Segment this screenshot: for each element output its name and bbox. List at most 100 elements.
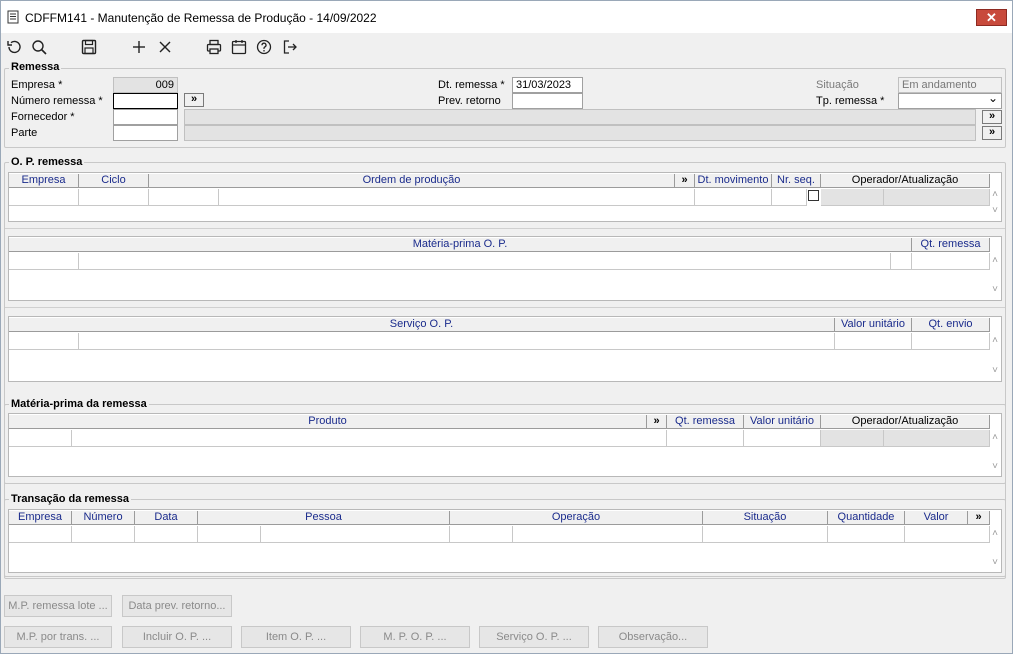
numero-remessa-lookup-button[interactable]: »	[184, 93, 204, 107]
col-qt-remessa[interactable]: Qt. remessa	[667, 415, 744, 429]
col-operador-atualizacao[interactable]: Operador/Atualização	[821, 415, 990, 429]
transacao-grid: Empresa Número Data Pessoa Operação Situ…	[8, 509, 1002, 573]
servico-op-button[interactable]: Serviço O. P. ...	[479, 626, 589, 648]
fornecedor-lookup-button[interactable]: »	[982, 110, 1002, 124]
tp-remessa-select[interactable]: ⌄	[898, 93, 1002, 109]
table-row-cell[interactable]	[450, 526, 513, 543]
help-icon[interactable]	[254, 37, 274, 57]
table-row-cell[interactable]	[9, 430, 72, 447]
mp-remessa-lote-button[interactable]: M.P. remessa lote ...	[4, 595, 112, 617]
scroll-down-icon[interactable]: ˅	[988, 205, 1002, 216]
col-data[interactable]: Data	[135, 511, 198, 525]
dt-remessa-field[interactable]: 31/03/2023	[512, 77, 583, 93]
col-numero[interactable]: Número	[72, 511, 135, 525]
col-ciclo[interactable]: Ciclo	[79, 174, 149, 188]
scroll-down-icon[interactable]: ˅	[988, 557, 1002, 568]
col-valor-unitario[interactable]: Valor unitário	[744, 415, 821, 429]
table-row-cell[interactable]	[9, 333, 79, 350]
col-empresa[interactable]: Empresa	[9, 511, 72, 525]
dt-remessa-label: Dt. remessa *	[438, 79, 505, 91]
scroll-down-icon[interactable]: ˅	[988, 365, 1002, 376]
col-situacao[interactable]: Situação	[703, 511, 828, 525]
table-row-cell[interactable]	[149, 189, 219, 206]
table-row-cell[interactable]	[835, 333, 912, 350]
col-produto-lookup-button[interactable]: »	[647, 415, 667, 429]
table-row-cell[interactable]	[9, 189, 79, 206]
fornecedor-code-field[interactable]	[113, 109, 178, 125]
table-row-cell[interactable]	[703, 526, 828, 543]
col-transacao-lookup-button[interactable]: »	[968, 511, 990, 525]
divider	[5, 307, 1005, 308]
parte-name-field	[184, 125, 976, 141]
item-op-button[interactable]: Item O. P. ...	[241, 626, 351, 648]
table-row-cell[interactable]	[9, 526, 72, 543]
col-materia-prima-op[interactable]: Matéria-prima O. P.	[9, 238, 912, 252]
data-prev-retorno-button[interactable]: Data prev. retorno...	[122, 595, 232, 617]
col-qt-remessa[interactable]: Qt. remessa	[912, 238, 990, 252]
table-row-cell[interactable]	[9, 253, 79, 270]
calendar-icon[interactable]	[229, 37, 249, 57]
search-icon[interactable]	[29, 37, 49, 57]
observacao-button[interactable]: Observação...	[598, 626, 708, 648]
col-valor-unitario[interactable]: Valor unitário	[835, 318, 912, 332]
undo-icon[interactable]	[4, 37, 24, 57]
incluir-op-button[interactable]: Incluir O. P. ...	[122, 626, 232, 648]
col-servico-op[interactable]: Serviço O. P.	[9, 318, 835, 332]
col-qt-envio[interactable]: Qt. envio	[912, 318, 990, 332]
col-ordem-producao[interactable]: Ordem de produção	[149, 174, 675, 188]
col-empresa[interactable]: Empresa	[9, 174, 79, 188]
table-row-cell[interactable]	[744, 430, 821, 447]
col-quantidade[interactable]: Quantidade	[828, 511, 905, 525]
table-row-cell[interactable]	[891, 253, 912, 270]
prev-retorno-field[interactable]	[512, 93, 583, 109]
parte-lookup-button[interactable]: »	[982, 126, 1002, 140]
table-row-cell[interactable]	[79, 253, 891, 270]
col-operador-atualizacao[interactable]: Operador/Atualização	[821, 174, 990, 188]
scroll-up-icon[interactable]: ˄	[988, 528, 1002, 539]
scroll-up-icon[interactable]: ˄	[988, 335, 1002, 346]
numero-remessa-field[interactable]	[113, 93, 178, 109]
table-row-cell[interactable]	[72, 430, 667, 447]
scroll-down-icon[interactable]: ˅	[988, 284, 1002, 295]
table-row-cell[interactable]	[667, 430, 744, 447]
table-row-cell[interactable]	[772, 189, 807, 206]
col-operacao[interactable]: Operação	[450, 511, 703, 525]
table-row-cell[interactable]	[912, 333, 990, 350]
transacao-title: Transação da remessa	[9, 493, 132, 505]
mp-por-trans-button[interactable]: M.P. por trans. ...	[4, 626, 112, 648]
parte-code-field[interactable]	[113, 125, 178, 141]
numero-remessa-label: Número remessa *	[11, 95, 103, 107]
scroll-down-icon[interactable]: ˅	[988, 461, 1002, 472]
print-icon[interactable]	[204, 37, 224, 57]
table-row-cell[interactable]	[912, 253, 990, 270]
save-icon[interactable]	[79, 37, 99, 57]
close-button[interactable]: ✕	[976, 9, 1007, 26]
table-row-cell[interactable]	[219, 189, 695, 206]
mp-remessa-title: Matéria-prima da remessa	[9, 398, 149, 410]
table-row-cell[interactable]	[72, 526, 135, 543]
col-pessoa[interactable]: Pessoa	[198, 511, 450, 525]
col-nr-seq[interactable]: Nr. seq.	[772, 174, 821, 188]
col-valor[interactable]: Valor	[905, 511, 968, 525]
row-checkbox[interactable]	[808, 190, 819, 201]
table-row-cell[interactable]	[261, 526, 450, 543]
table-row-cell[interactable]	[198, 526, 261, 543]
table-row-cell[interactable]	[513, 526, 703, 543]
empresa-field[interactable]: 009	[113, 77, 178, 93]
table-row-cell[interactable]	[905, 526, 990, 543]
add-icon[interactable]	[129, 37, 149, 57]
table-row-cell[interactable]	[79, 189, 149, 206]
scroll-up-icon[interactable]: ˄	[988, 255, 1002, 266]
col-ordem-lookup-button[interactable]: »	[675, 174, 695, 188]
scroll-up-icon[interactable]: ˄	[988, 189, 1002, 200]
delete-icon[interactable]	[155, 37, 175, 57]
mpop-button[interactable]: M. P. O. P. ...	[360, 626, 470, 648]
scroll-up-icon[interactable]: ˄	[988, 432, 1002, 443]
table-row-cell[interactable]	[135, 526, 198, 543]
table-row-cell[interactable]	[79, 333, 835, 350]
col-produto[interactable]: Produto	[9, 415, 647, 429]
col-dt-movimento[interactable]: Dt. movimento	[695, 174, 772, 188]
table-row-cell[interactable]	[695, 189, 772, 206]
table-row-cell[interactable]	[828, 526, 905, 543]
exit-icon[interactable]	[280, 37, 300, 57]
